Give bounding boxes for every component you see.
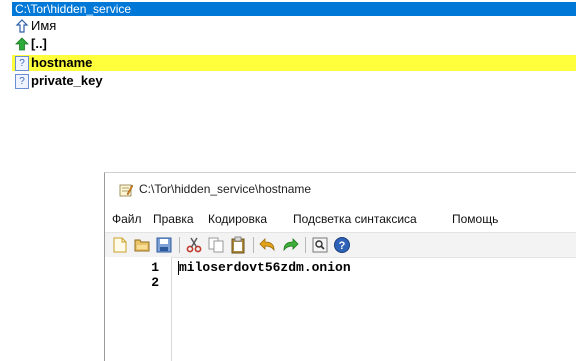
- menu-encoding[interactable]: Кодировка: [208, 212, 267, 226]
- copy-icon[interactable]: [207, 236, 225, 254]
- unknown-file-icon: ?: [15, 56, 29, 71]
- help-icon[interactable]: ?: [333, 236, 351, 254]
- line-number: 1: [151, 260, 159, 275]
- file-name: [..]: [31, 36, 47, 51]
- menu-file[interactable]: Файл: [112, 212, 142, 226]
- line-number-gutter: 1 2: [105, 257, 172, 361]
- name-column-header: Имя: [31, 18, 57, 33]
- toolbar-separator: [253, 237, 254, 253]
- toolbar-separator: [179, 237, 180, 253]
- menu-bar: Файл Правка Кодировка Подсветка синтакси…: [105, 209, 576, 229]
- new-file-icon[interactable]: [111, 236, 129, 254]
- menu-syntax[interactable]: Подсветка синтаксиса: [293, 212, 417, 226]
- notepad-icon: [119, 183, 134, 197]
- code-line: miloserdovt56zdm.onion: [179, 260, 351, 275]
- editor-title: C:\Tor\hidden_service\hostname: [139, 182, 312, 196]
- sort-header[interactable]: Имя: [12, 18, 576, 34]
- file-row-hostname[interactable]: ? hostname: [12, 55, 576, 71]
- editor-window: C:\Tor\hidden_service\hostname Файл Прав…: [104, 172, 576, 361]
- menu-edit[interactable]: Правка: [153, 212, 194, 226]
- text-editor-area[interactable]: miloserdovt56zdm.onion: [172, 257, 576, 361]
- open-file-icon[interactable]: [133, 236, 151, 254]
- toolbar-separator: [305, 237, 306, 253]
- path-bar[interactable]: C:\Tor\hidden_service: [12, 2, 576, 16]
- file-row-private-key[interactable]: ? private_key: [12, 73, 576, 89]
- undo-icon[interactable]: [259, 236, 277, 254]
- file-name: hostname: [31, 55, 93, 70]
- redo-icon[interactable]: [281, 236, 299, 254]
- parent-directory-icon: [15, 37, 29, 51]
- sort-up-arrow-icon: [15, 19, 29, 33]
- file-name: private_key: [31, 73, 103, 88]
- paste-icon[interactable]: [229, 236, 247, 254]
- toolbar: ?: [105, 232, 576, 258]
- find-icon[interactable]: [311, 236, 329, 254]
- menu-help[interactable]: Помощь: [452, 212, 498, 226]
- svg-text:?: ?: [339, 240, 346, 252]
- unknown-file-icon: ?: [15, 74, 29, 89]
- file-row-parent[interactable]: [..]: [12, 36, 576, 52]
- line-number: 2: [151, 275, 159, 290]
- editor-titlebar[interactable]: C:\Tor\hidden_service\hostname: [105, 173, 576, 207]
- save-file-icon[interactable]: [155, 236, 173, 254]
- cut-icon[interactable]: [185, 236, 203, 254]
